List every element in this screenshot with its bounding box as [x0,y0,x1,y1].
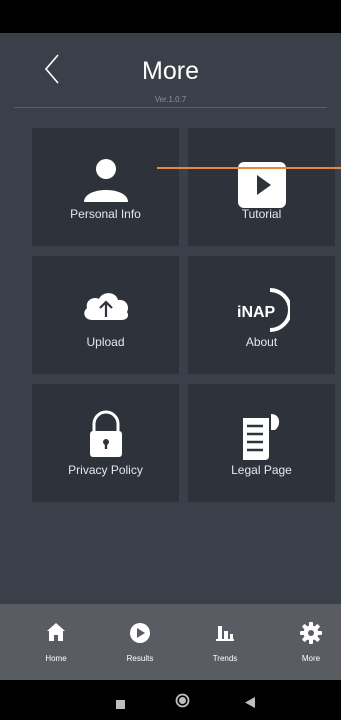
tile-label: About [245,335,278,349]
personal-info-tile[interactable]: Personal Info [32,128,179,246]
system-nav-bar [0,680,341,720]
accent-line [157,167,341,169]
back-nav-button[interactable] [245,695,255,713]
legal-page-tile[interactable]: Legal Page [188,384,335,502]
tab-label: Results [126,654,154,663]
play-circle-icon [130,623,150,643]
lock-icon [32,384,179,464]
about-tile[interactable]: iNAP About [188,256,335,374]
tab-label: Home [45,654,67,663]
square-icon [116,700,125,709]
tile-label: Personal Info [70,207,141,221]
tab-results[interactable]: Results [110,604,170,680]
upload-tile[interactable]: Upload [32,256,179,374]
circle-icon [175,693,190,708]
tile-label: Tutorial [241,207,282,221]
status-bar [0,0,341,33]
header: More Ver.1.0.7 [0,33,341,108]
header-divider [14,107,327,108]
document-icon [188,384,335,464]
page-title: More [142,57,199,85]
bar-chart-icon [216,626,234,641]
tab-more[interactable]: More [281,604,341,680]
inap-logo-text: iNAP [237,304,276,321]
home-icon [47,623,65,641]
gear-icon [300,622,322,644]
tab-home[interactable]: Home [26,604,86,680]
tutorial-tile[interactable]: Tutorial [188,128,335,246]
version-label: Ver.1.0.7 [154,95,187,104]
triangle-back-icon [245,697,255,708]
tab-trends[interactable]: Trends [195,604,255,680]
cloud-upload-icon [32,256,179,336]
privacy-policy-tile[interactable]: Privacy Policy [32,384,179,502]
tile-label: Legal Page [231,463,292,477]
recents-button[interactable] [116,696,125,714]
home-nav-button[interactable] [175,693,190,713]
tab-label: Trends [212,654,238,663]
tile-label: Privacy Policy [68,463,143,477]
tab-label: More [301,654,321,663]
tile-label: Upload [86,335,125,349]
screen: More Ver.1.0.7 Personal Info Tutorial Up… [0,0,341,720]
tab-bar: Home Results Trends More [0,604,341,680]
inap-logo-icon: iNAP [188,256,335,336]
